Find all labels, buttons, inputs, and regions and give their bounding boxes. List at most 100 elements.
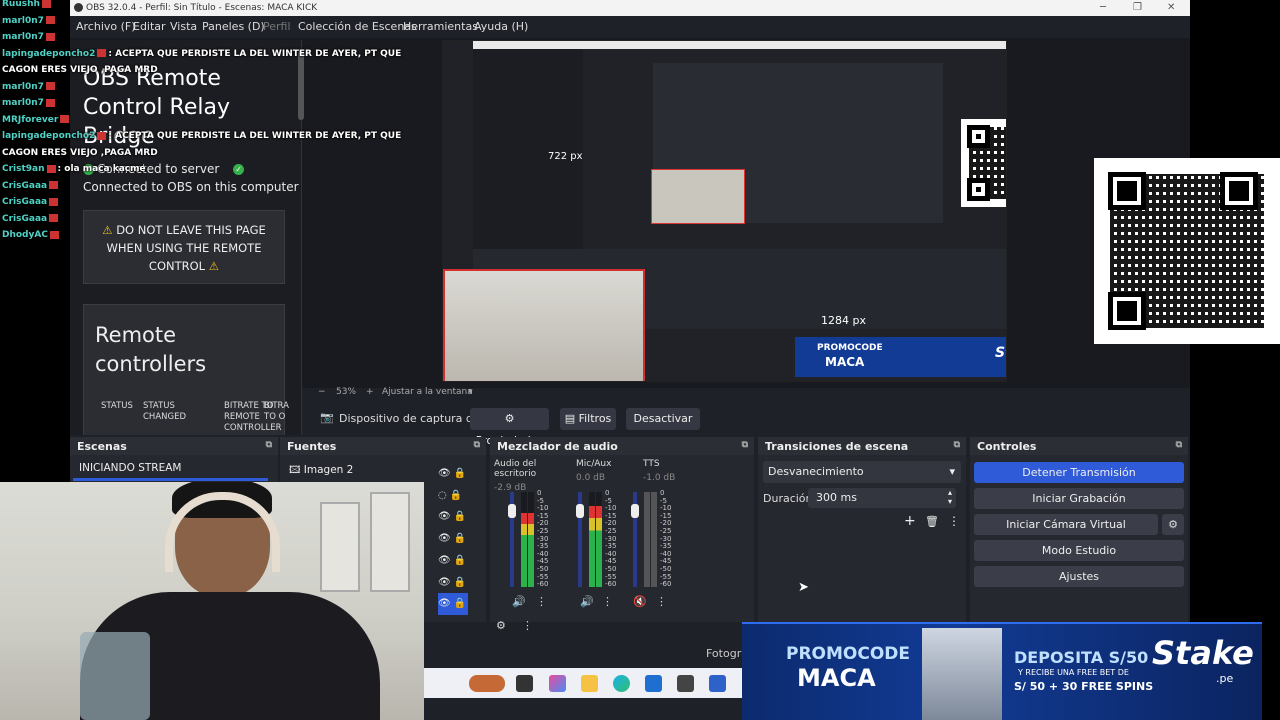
settings-button[interactable]: Ajustes [974, 566, 1184, 587]
menu-herramientas[interactable]: Herramientas [403, 20, 478, 33]
popout-icon[interactable]: ⧉ [742, 440, 748, 450]
duration-label: Duración [763, 492, 813, 505]
image-icon: 🖾 [289, 464, 304, 476]
remote-controllers-title: Remote controllers [95, 323, 207, 376]
zoom-fit-dropdown[interactable]: Ajustar a la ventana [382, 387, 473, 397]
duration-input[interactable]: 300 ms ▴ ▾ [808, 488, 956, 508]
menu-dots-icon[interactable]: ⋮ [602, 595, 613, 608]
badge-icon [49, 197, 59, 206]
menu-ayuda[interactable]: Ayuda (H) [474, 20, 528, 33]
minimize-icon[interactable]: ─ [1100, 2, 1106, 13]
app-icon[interactable] [709, 675, 726, 692]
warning-icon: ⚠ [102, 223, 113, 237]
promo-deposit: DEPOSITA S/50 [1014, 648, 1149, 667]
badge-icon [45, 32, 55, 41]
chat-message: Ruushh [2, 0, 53, 9]
menu-dots-icon[interactable]: ⋮ [948, 514, 960, 528]
remote-controllers-box: Remote controllers STATUS STATUS CHANGED… [83, 304, 289, 435]
qr-code [1094, 158, 1280, 344]
eye-hidden-icon[interactable]: ◌ 🔒 [438, 485, 468, 507]
badge-icon [41, 0, 51, 8]
zoom-in-button[interactable]: + [366, 387, 374, 397]
virtual-camera-gear-icon[interactable]: ⚙ [1162, 514, 1184, 535]
chat-message: CAGON ERES VIEJO ,PAGA MRD [2, 148, 158, 158]
filters-button[interactable]: ▤ Filtros [560, 408, 616, 430]
channel-db: 0.0 dB [576, 473, 606, 483]
scenes-header: Escenas ⧉ [70, 437, 278, 455]
chat-username: CrisGaaa [2, 213, 48, 224]
zoom-level: 53% [336, 387, 357, 397]
eye-icon[interactable]: 👁 🔒 [438, 506, 468, 528]
add-icon[interactable]: + [904, 513, 916, 529]
close-icon[interactable]: ✕ [1167, 2, 1175, 13]
eye-icon[interactable]: 👁 🔒 [438, 463, 468, 485]
start-recording-button[interactable]: Iniciar Grabación [974, 488, 1184, 509]
studio-mode-button[interactable]: Modo Estudio [974, 540, 1184, 561]
mixer-channel-desktop: Audio del escritorio -2.9 dB [494, 459, 566, 493]
badge-icon [45, 82, 55, 90]
chat-message: CrisGaaa [2, 214, 60, 224]
app-icon[interactable] [469, 675, 505, 692]
chat-username: marl0n7 [2, 32, 44, 42]
fader-handle[interactable] [576, 504, 584, 518]
transition-select[interactable]: Desvanecimiento ▾ [763, 461, 961, 483]
promo-face [922, 628, 1002, 720]
menu-bar: Archivo (F) Editar Vista Paneles (D) Per… [70, 16, 1190, 38]
chat-message: MRJforever [2, 115, 71, 125]
chat-username: Ruushh [2, 0, 40, 9]
menu-vista[interactable]: Vista [170, 20, 197, 33]
chevron-down-icon: ▾ [949, 465, 955, 478]
gear-icon: ⚙ [504, 412, 515, 425]
menu-paneles[interactable]: Paneles (D) [202, 20, 265, 33]
menu-dots-icon[interactable]: ⋮ [536, 595, 547, 608]
popout-icon[interactable]: ⧉ [954, 440, 960, 450]
menu-editar[interactable]: Editar [133, 20, 166, 33]
taskbar [424, 668, 742, 698]
fader-handle[interactable] [508, 504, 516, 518]
app-icon[interactable] [516, 675, 533, 692]
chevron-down-icon[interactable]: ▾ [468, 387, 473, 397]
transitions-header: Transiciones de escena ⧉ [758, 437, 966, 455]
muted-speaker-icon[interactable]: 🔇 [633, 595, 647, 608]
trash-icon[interactable]: 🗑 [925, 515, 939, 528]
app-icon[interactable] [645, 675, 662, 692]
maximize-icon[interactable]: ❐ [1133, 2, 1142, 13]
chat-text: : ACEPTA QUE PERDISTE LA DEL WINTER DE A… [108, 131, 402, 141]
badge-icon [60, 115, 70, 123]
menu-archivo[interactable]: Archivo (F) [76, 20, 136, 33]
copilot-icon[interactable] [549, 675, 566, 692]
menu-coleccion-escenas[interactable]: Colección de Escenas [298, 20, 417, 33]
popout-icon[interactable]: ⧉ [1176, 440, 1182, 450]
speaker-icon[interactable]: 🔊 [512, 595, 526, 608]
speaker-icon[interactable]: 🔊 [580, 595, 594, 608]
relay-scrollbar[interactable] [298, 50, 304, 120]
eye-icon[interactable]: 👁 🔒 [438, 550, 468, 572]
level-meter [596, 492, 602, 587]
properties-button[interactable]: ⚙ Propiedades [470, 408, 549, 447]
eye-icon[interactable]: 👁 🔒 [438, 528, 468, 550]
fader-handle[interactable] [631, 504, 639, 518]
meter-scale-label: -60 [537, 580, 549, 589]
edge-icon[interactable] [613, 675, 630, 692]
menu-perfil[interactable]: Perfil [263, 20, 291, 33]
start-virtual-camera-button[interactable]: Iniciar Cámara Virtual [974, 514, 1158, 535]
scene-item-selected[interactable] [73, 478, 268, 481]
popout-icon[interactable]: ⧉ [474, 440, 480, 450]
stop-stream-button[interactable]: Detener Transmisión [974, 462, 1184, 483]
level-meter [521, 492, 527, 587]
eye-icon[interactable]: 👁 🔒 [438, 593, 468, 615]
stepper-icon[interactable]: ▴ ▾ [948, 488, 952, 506]
eye-icon[interactable]: 👁 🔒 [438, 572, 468, 594]
scene-item[interactable]: INICIANDO STREAM [73, 459, 268, 477]
deactivate-button[interactable]: Desactivar [626, 408, 700, 430]
app-icon[interactable] [677, 675, 694, 692]
badge-icon [97, 49, 107, 57]
menu-dots-icon[interactable]: ⋮ [656, 595, 667, 608]
folder-icon[interactable] [581, 675, 598, 692]
menu-dots-icon[interactable]: ⋮ [522, 619, 533, 632]
mixer-settings-icon[interactable]: ⚙ [496, 619, 506, 632]
zoom-out-button[interactable]: − [318, 387, 326, 397]
filter-icon: ▤ [564, 412, 579, 425]
controls-dock: Controles ⧉ Detener Transmisión Iniciar G… [970, 437, 1188, 622]
popout-icon[interactable]: ⧉ [266, 440, 272, 450]
